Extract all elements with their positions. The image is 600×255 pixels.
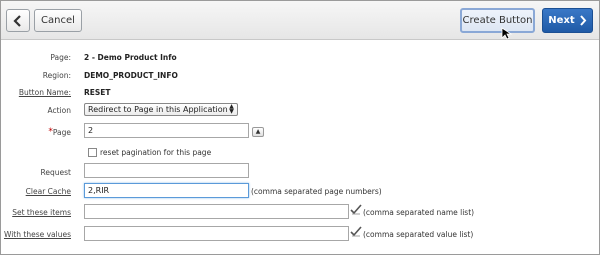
select-arrows-icon: ▲ ▼ [229,103,234,115]
clear-cache-input[interactable]: 2,RIR [84,183,249,198]
chevron-left-icon [13,14,21,27]
page-input[interactable]: 2 [84,123,249,138]
chevron-right-icon [579,15,587,26]
page-list-button[interactable]: ▲ [252,127,264,137]
reset-pagination-label: reset pagination for this page [100,148,212,157]
next-button-label: Next [548,15,575,26]
clear-cache-label: Clear Cache [25,187,71,196]
next-button[interactable]: Next [542,8,593,33]
region-value: DEMO_PRODUCT_INFO [84,71,178,80]
mouse-cursor-icon [501,27,513,40]
page-value: 2 - Demo Product Info [84,53,177,62]
action-select-value: Redirect to Page in this Application [88,105,228,114]
required-marker: * [48,127,53,137]
caret-up-icon: ▲ [255,128,261,135]
page-label: Page: [50,53,71,62]
action-select[interactable]: Redirect to Page in this Application ▲ ▼ [84,103,238,116]
page-field-label: *Page [0,127,71,138]
cancel-button[interactable]: Cancel [34,9,82,32]
back-button[interactable] [6,9,30,32]
with-values-input[interactable] [84,226,349,241]
create-button[interactable]: Create Button [460,8,535,33]
button-name-value: RESET [84,88,111,97]
checkmark-icon[interactable] [350,204,362,215]
checkmark-icon[interactable] [350,226,362,237]
button-name-label: Button Name: [18,88,71,97]
with-values-hint: (comma separated value list) [363,230,474,239]
page-field-label-text: Page [52,128,71,137]
region-label: Region: [42,71,71,80]
set-items-label: Set these items [12,208,71,217]
with-values-label: With these values [3,230,71,239]
request-input[interactable] [84,163,249,178]
action-label: Action [47,106,72,115]
set-items-input[interactable] [84,204,349,219]
reset-pagination-checkbox[interactable] [88,148,97,157]
clear-cache-hint: (comma separated page numbers) [251,187,382,196]
request-label: Request [40,168,71,177]
set-items-hint: (comma separated name list) [363,208,475,217]
dialog: Cancel Create Button Next Page: 2 - Demo… [0,0,600,255]
